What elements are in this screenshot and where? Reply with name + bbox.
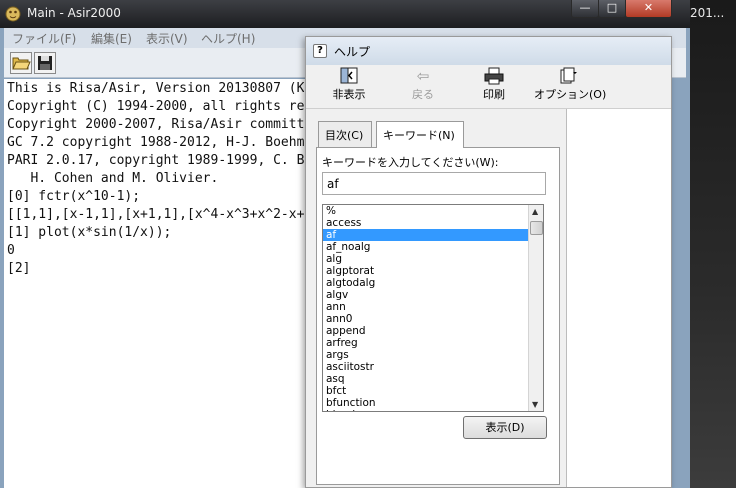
list-item[interactable]: arfreg (323, 337, 543, 349)
list-item[interactable]: bfunction (323, 397, 543, 409)
list-item[interactable]: bload (323, 409, 543, 411)
back-button[interactable]: ⇦ 戻る (404, 67, 442, 107)
hide-button[interactable]: 非表示 (326, 67, 372, 107)
console-line: H. Cohen and M. Olivier. (7, 171, 219, 186)
tab-keyword[interactable]: キーワード(N) (376, 121, 464, 148)
list-item[interactable]: af_noalg (323, 241, 543, 253)
open-button[interactable] (10, 52, 32, 74)
keyword-list[interactable]: % access af af_noalg alg algptorat algto… (322, 204, 544, 412)
list-item[interactable]: access (323, 217, 543, 229)
help-window: ? ヘルプ 非表示 ⇦ 戻る 印刷 オプション(O) 目次(C) キーワード(N… (305, 36, 672, 488)
back-label: 戻る (412, 88, 434, 101)
navigation-pane: 目次(C) キーワード(N) キーワードを入力してください(W): % acce… (312, 121, 560, 485)
options-button[interactable]: オプション(O) (534, 67, 607, 107)
save-button[interactable] (34, 52, 56, 74)
show-button[interactable]: 表示(D) (463, 416, 547, 439)
help-window-title: ヘルプ (334, 45, 371, 59)
printer-icon (484, 67, 504, 85)
hide-label: 非表示 (332, 88, 366, 101)
console-line: Copyright (C) 1994-2000, all rights re (7, 99, 304, 114)
list-item-selected[interactable]: af (323, 229, 543, 241)
minimize-button[interactable]: — (571, 0, 599, 18)
console-output[interactable]: This is Risa/Asir, Version 20130807 (K Co… (4, 79, 304, 488)
list-item[interactable]: bfct (323, 385, 543, 397)
maximize-button[interactable]: □ (598, 0, 626, 18)
floppy-disk-icon (38, 56, 52, 70)
print-label: 印刷 (483, 88, 505, 101)
console-line: PARI 2.0.17, copyright 1989-1999, C. B (7, 153, 304, 168)
list-item[interactable]: alg (323, 253, 543, 265)
hide-pane-icon (339, 67, 359, 85)
asir-app-icon (5, 6, 21, 22)
menu-edit[interactable]: 編集(E) (91, 30, 132, 47)
console-line: [2] (7, 261, 31, 276)
scroll-up-icon[interactable]: ▲ (532, 207, 538, 216)
scroll-thumb[interactable] (530, 221, 543, 235)
scroll-down-icon[interactable]: ▼ (532, 400, 538, 409)
main-window-title: Main - Asir2000 (27, 6, 121, 20)
console-line: 0 (7, 243, 15, 258)
options-icon (558, 67, 578, 85)
console-line: [0] fctr(x^10-1); (7, 189, 141, 204)
help-content-pane[interactable] (566, 109, 671, 487)
help-title-bar[interactable]: ? ヘルプ (306, 37, 671, 65)
list-item[interactable]: algptorat (323, 265, 543, 277)
help-question-icon: ? (313, 44, 327, 58)
keyword-prompt: キーワードを入力してください(W): (322, 156, 499, 169)
list-item[interactable]: algv (323, 289, 543, 301)
menu-file[interactable]: ファイル(F) (12, 30, 76, 47)
help-toolbar: 非表示 ⇦ 戻る 印刷 オプション(O) (306, 65, 671, 109)
list-item[interactable]: % (323, 205, 543, 217)
console-line: This is Risa/Asir, Version 20130807 (K (7, 81, 304, 96)
keyword-panel: キーワードを入力してください(W): % access af af_noalg … (316, 147, 560, 485)
list-scrollbar[interactable]: ▲ ▼ (528, 205, 543, 411)
tab-contents[interactable]: 目次(C) (318, 121, 372, 147)
menu-view[interactable]: 表示(V) (146, 30, 188, 47)
list-item[interactable]: asciitostr (323, 361, 543, 373)
list-item[interactable]: append (323, 325, 543, 337)
list-item[interactable]: algtodalg (323, 277, 543, 289)
list-item[interactable]: asq (323, 373, 543, 385)
keyword-input[interactable] (322, 172, 546, 195)
print-button[interactable]: 印刷 (476, 67, 512, 107)
console-line: [[1,1],[x-1,1],[x+1,1],[x^4-x^3+x^2-x+ (7, 207, 304, 222)
console-line: Copyright 2000-2007, Risa/Asir committ (7, 117, 304, 132)
folder-open-icon (12, 57, 31, 70)
list-item[interactable]: ann0 (323, 313, 543, 325)
list-item[interactable]: args (323, 349, 543, 361)
options-label: オプション(O) (534, 88, 607, 101)
menu-help[interactable]: ヘルプ(H) (201, 30, 255, 47)
console-line: [1] plot(x*sin(1/x)); (7, 225, 172, 240)
back-arrow-icon: ⇦ (416, 67, 430, 85)
list-item[interactable]: ann (323, 301, 543, 313)
close-button[interactable]: ✕ (625, 0, 672, 18)
console-line: GC 7.2 copyright 1988-2012, H-J. Boehm (7, 135, 304, 150)
